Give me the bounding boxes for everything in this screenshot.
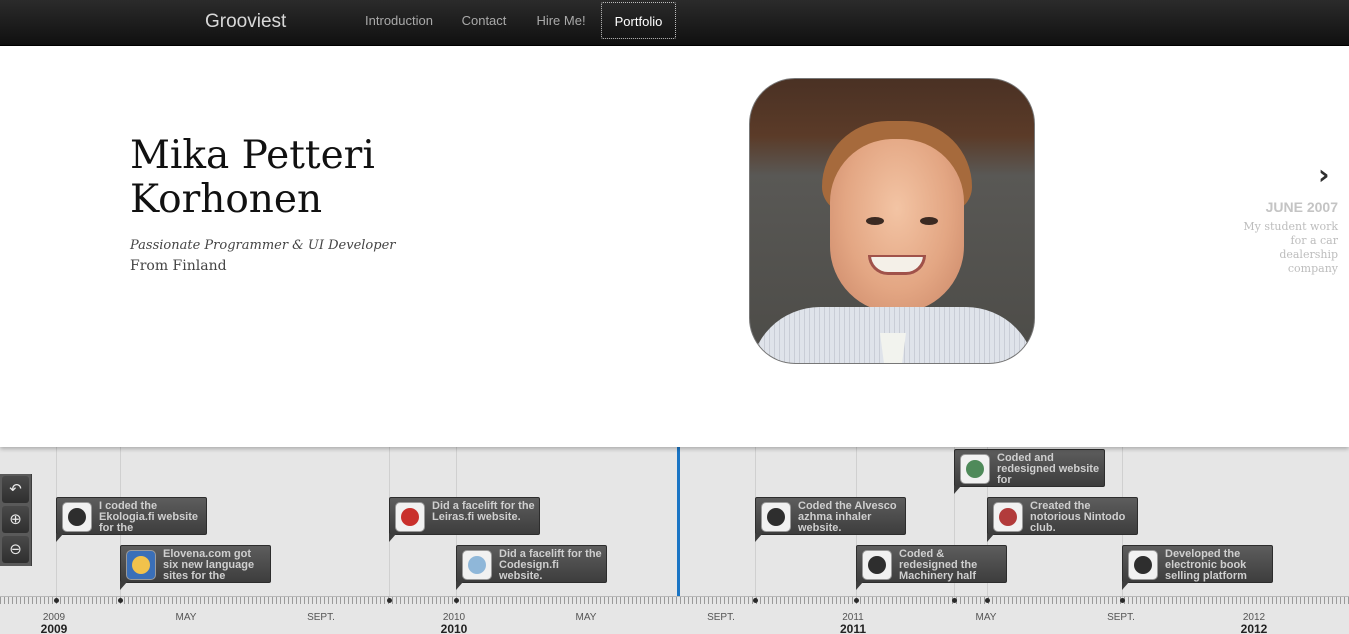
event-text: Elovena.com got six new language sites f… bbox=[163, 549, 255, 582]
year-label: 2009 bbox=[40, 622, 68, 634]
zoom-in-icon[interactable]: ⊕ bbox=[2, 506, 29, 533]
event-text: Coded & redesigned the Machinery half bbox=[899, 549, 978, 582]
event-thumbnail-icon bbox=[462, 550, 492, 580]
tick-label: SEPT. bbox=[707, 612, 735, 623]
nav-hire-me[interactable]: Hire Me! bbox=[530, 2, 592, 39]
event-thumbnail-icon bbox=[960, 454, 990, 484]
next-slide-date[interactable]: JUNE 2007 bbox=[1266, 199, 1338, 215]
tick-label: MAY bbox=[975, 612, 997, 623]
next-slide-arrow-icon[interactable]: › bbox=[1318, 160, 1330, 190]
profile-name: Mika Petteri Korhonen bbox=[130, 133, 375, 222]
event-text: Coded and redesigned website for bbox=[997, 453, 1100, 486]
year-label: 2012 bbox=[1240, 622, 1268, 634]
event-text: Developed the electronic book selling pl… bbox=[1165, 549, 1247, 582]
tick-label: SEPT. bbox=[1107, 612, 1135, 623]
event-text: Did a facelift for the Codesign.fi websi… bbox=[499, 549, 602, 582]
zoom-out-icon[interactable]: ⊖ bbox=[2, 536, 29, 563]
nav-contact[interactable]: Contact bbox=[454, 2, 514, 39]
year-label: 2010 bbox=[440, 622, 468, 634]
event-thumbnail-icon bbox=[993, 502, 1023, 532]
timeline-event[interactable]: Did a facelift for the Leiras.fi website… bbox=[389, 497, 540, 542]
top-navigation-bar: Grooviest Introduction Contact Hire Me! … bbox=[0, 0, 1349, 46]
undo-icon[interactable]: ↶ bbox=[2, 476, 29, 503]
timeline-current-marker bbox=[677, 446, 680, 597]
event-thumbnail-icon bbox=[395, 502, 425, 532]
nav-introduction[interactable]: Introduction bbox=[359, 2, 439, 39]
next-slide-description[interactable]: My student work for a car dealership com… bbox=[1243, 220, 1338, 276]
event-text: Created the notorious Nintodo club. bbox=[1030, 501, 1126, 534]
event-text: I coded the Ekologia.fi website for the bbox=[99, 501, 199, 534]
timeline-event[interactable]: Did a facelift for the Codesign.fi websi… bbox=[456, 545, 607, 590]
timeline[interactable]: ↶ ⊕ ⊖ I coded the Ekologia.fi website fo… bbox=[0, 446, 1349, 634]
event-thumbnail-icon bbox=[862, 550, 892, 580]
timeline-event[interactable]: Coded & redesigned the Machinery half bbox=[856, 545, 1007, 590]
event-text: Did a facelift for the Leiras.fi website… bbox=[432, 501, 535, 523]
site-brand[interactable]: Grooviest bbox=[205, 11, 286, 33]
tick-label: MAY bbox=[175, 612, 197, 623]
event-thumbnail-icon bbox=[126, 550, 156, 580]
timeline-event[interactable]: Coded and redesigned website for bbox=[954, 449, 1105, 494]
profile-origin: From Finland bbox=[130, 258, 227, 274]
timeline-event[interactable]: Coded the Alvesco azhma inhaler website. bbox=[755, 497, 906, 542]
timeline-event[interactable]: I coded the Ekologia.fi website for the bbox=[56, 497, 207, 542]
profile-slide: Mika Petteri Korhonen Passionate Program… bbox=[0, 46, 1349, 447]
event-thumbnail-icon bbox=[1128, 550, 1158, 580]
timeline-event[interactable]: Developed the electronic book selling pl… bbox=[1122, 545, 1273, 590]
event-thumbnail-icon bbox=[761, 502, 791, 532]
timeline-ruler bbox=[0, 596, 1349, 604]
timeline-controls: ↶ ⊕ ⊖ bbox=[0, 474, 32, 566]
profile-tagline: Passionate Programmer & UI Developer bbox=[130, 238, 396, 253]
nav-portfolio[interactable]: Portfolio bbox=[601, 2, 676, 39]
event-thumbnail-icon bbox=[62, 502, 92, 532]
timeline-event[interactable]: Created the notorious Nintodo club. bbox=[987, 497, 1138, 542]
tick-label: MAY bbox=[575, 612, 597, 623]
tick-label: SEPT. bbox=[307, 612, 335, 623]
profile-photo bbox=[749, 78, 1035, 364]
timeline-event[interactable]: Elovena.com got six new language sites f… bbox=[120, 545, 271, 590]
event-text: Coded the Alvesco azhma inhaler website. bbox=[798, 501, 897, 534]
year-label: 2011 bbox=[839, 622, 867, 634]
